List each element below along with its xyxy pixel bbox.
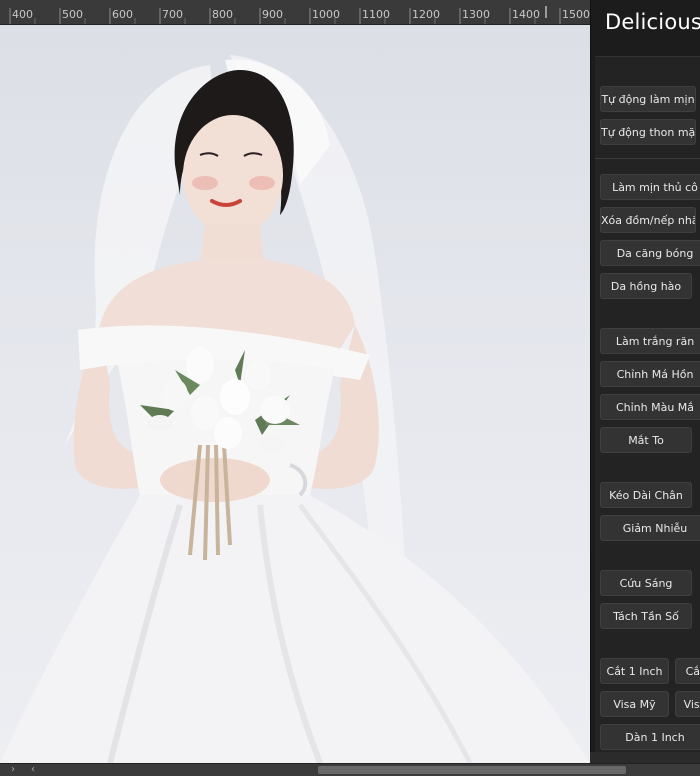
scrollbar-thumb[interactable] — [318, 766, 626, 774]
eye-color-button[interactable]: Chỉnh Màu Mắ — [600, 394, 700, 420]
layout-1-inch-button[interactable]: Dàn 1 Inch — [600, 724, 700, 750]
ruler-label: 800 — [212, 8, 233, 21]
ruler-label: 600 — [112, 8, 133, 21]
cheek-blush-button[interactable]: Chỉnh Má Hồn — [600, 361, 700, 387]
ruler-label: 1400 — [512, 8, 540, 21]
reduce-noise-button[interactable]: Giảm Nhiễu — [600, 515, 700, 541]
rosy-skin-button[interactable]: Da hồng hào — [600, 273, 692, 299]
ruler-label: 1200 — [412, 8, 440, 21]
ruler-label: 1300 — [462, 8, 490, 21]
ruler-label: 900 — [262, 8, 283, 21]
ruler-label: 1100 — [362, 8, 390, 21]
ruler-label: 700 — [162, 8, 183, 21]
ruler-label: 1000 — [312, 8, 340, 21]
remove-spots-button[interactable]: Xóa đồm/nếp nhăn — [600, 207, 696, 233]
auto-smooth-button[interactable]: Tự động làm mịn — [600, 86, 696, 112]
chevron-right-icon[interactable]: › — [11, 764, 15, 776]
panel-footer — [590, 752, 700, 763]
glossy-skin-button[interactable]: Da căng bóng — [600, 240, 700, 266]
frequency-separation-button[interactable]: Tách Tần Số — [600, 603, 692, 629]
manual-smooth-button[interactable]: Làm mịn thủ cô — [600, 174, 700, 200]
panel-title: Delicious — [605, 10, 700, 34]
ruler-label: 1500 — [562, 8, 590, 21]
chevron-left-icon[interactable]: ‹ — [31, 764, 35, 776]
photo-canvas[interactable] — [0, 25, 590, 763]
delicious-plugin-panel: Delicious Tự động làm mịn Tự động thon m… — [590, 0, 700, 752]
big-eyes-button[interactable]: Mắt To — [600, 427, 692, 453]
whiten-teeth-button[interactable]: Làm trắng răn — [600, 328, 700, 354]
ruler-label: 400 — [12, 8, 33, 21]
separator — [595, 158, 700, 159]
crop-1-inch-button[interactable]: Cắt 1 Inch — [600, 658, 669, 684]
crop-button-2[interactable]: Cắt — [675, 658, 700, 684]
ruler-label: 500 — [62, 8, 83, 21]
visa-button-2[interactable]: Visa — [675, 691, 700, 717]
visa-us-button[interactable]: Visa Mỹ — [600, 691, 669, 717]
horizontal-scrollbar[interactable]: › ‹ — [0, 763, 700, 776]
bride-photo — [0, 55, 590, 763]
lengthen-legs-button[interactable]: Kéo Dài Chân — [600, 482, 692, 508]
recover-exposure-button[interactable]: Cứu Sáng — [600, 570, 692, 596]
auto-slim-face-button[interactable]: Tự động thon mặt — [600, 119, 696, 145]
